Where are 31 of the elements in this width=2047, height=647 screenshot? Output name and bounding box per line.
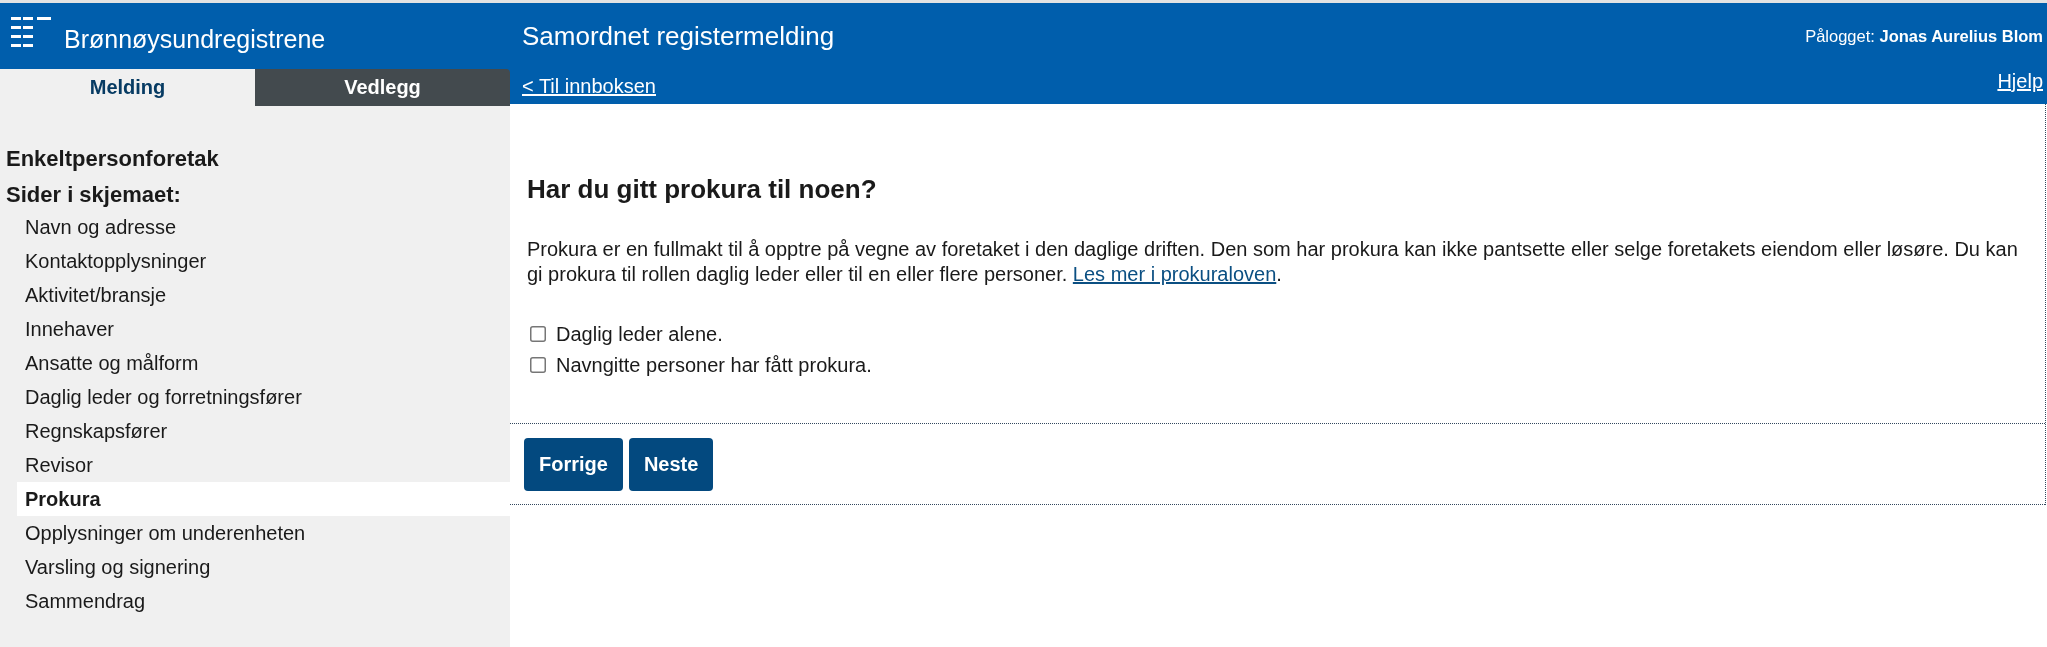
sidebar-item[interactable]: Innehaver [17, 312, 510, 346]
back-link[interactable]: < Til innboksen [522, 69, 656, 104]
logo-icon [11, 17, 51, 47]
sidebar-item[interactable]: Kontaktopplysninger [17, 244, 510, 278]
question-heading: Har du gitt prokura til noen? [527, 173, 878, 205]
checkbox-label[interactable]: Daglig leder alene. [556, 321, 723, 346]
read-more-link[interactable]: Les mer i prokuraloven [1072, 262, 1277, 285]
checkbox[interactable] [530, 356, 546, 373]
next-button[interactable]: Neste [628, 438, 714, 491]
sidebar-item[interactable]: Regnskapsfører [17, 414, 510, 448]
sidebar-item[interactable]: Sammendrag [17, 584, 510, 618]
logged-in-user: Pålogget: Jonas Aurelius Blom [1805, 26, 2043, 46]
logo-text: Brønnøysundregistrene [64, 27, 326, 52]
sidebar-item[interactable]: Opplysninger om underenheten [17, 516, 510, 550]
sidebar-item[interactable]: Daglig leder og forretningsfører [17, 380, 510, 414]
sidebar-item[interactable]: Revisor [17, 448, 510, 482]
description-text: Prokura er en fullmakt til å opptre på vegne av foretaket i den daglige driften. Den som har prokura kan ikke pantsette eller selge foretakets eiendom eller løsøre. Du kan gi prokura til rollen daglig leder eller til en eller flere personer. Les mer i prokuraloven. [527, 237, 2019, 286]
sidebar-subtitle: Sider i skjemaet: [5, 181, 182, 209]
help-link[interactable]: Hjelp [1997, 69, 2043, 93]
sidebar-item[interactable]: Varsling og signering [17, 550, 510, 584]
tab[interactable]: Vedlegg [255, 69, 510, 106]
previous-button[interactable]: Forrige [524, 438, 623, 491]
sidebar-item[interactable]: Navn og adresse [17, 210, 510, 244]
sidebar-title: Enkeltpersonforetak [5, 145, 220, 173]
sidebar-item[interactable]: Ansatte og målform [17, 346, 510, 380]
tab[interactable]: Melding [0, 69, 255, 106]
sidebar-item[interactable]: Prokura [17, 482, 510, 516]
sidebar-item[interactable]: Aktivitet/bransje [17, 278, 510, 312]
checkbox[interactable] [530, 325, 546, 342]
page-title: Samordnet registermelding [522, 21, 835, 51]
checkbox-label[interactable]: Navngitte personer har fått prokura. [556, 352, 872, 377]
